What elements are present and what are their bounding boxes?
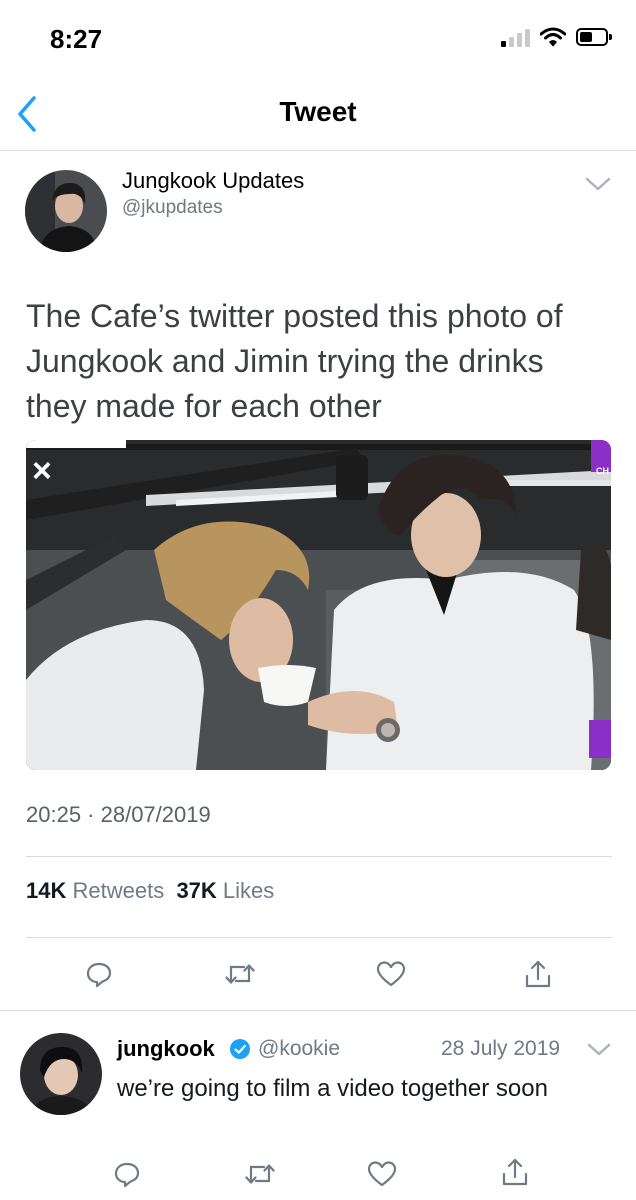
retweet-button[interactable] — [220, 954, 260, 994]
divider — [0, 1010, 636, 1011]
like-button[interactable] — [371, 954, 411, 994]
status-icons — [501, 27, 612, 47]
reply-button[interactable] — [79, 954, 119, 994]
wifi-icon — [540, 27, 566, 47]
nav-bar: Tweet — [0, 80, 636, 151]
share-icon — [525, 960, 551, 988]
reply-author-handle[interactable]: @kookie — [258, 1037, 340, 1061]
tweet-photo — [26, 440, 611, 770]
author-name[interactable]: Jungkook Updates — [122, 168, 304, 194]
verified-icon — [230, 1039, 250, 1059]
media-corner-tag: CH — [596, 466, 609, 476]
likes-stat[interactable]: 37K Likes — [176, 878, 274, 903]
reply-date: 28 July 2019 — [441, 1037, 561, 1060]
reply-author-avatar[interactable] — [20, 1033, 102, 1115]
share-button[interactable] — [518, 954, 558, 994]
share-icon — [502, 1158, 528, 1186]
like-icon — [376, 961, 406, 987]
retweets-label: Retweets — [72, 878, 165, 903]
tweet-text: The Cafe’s twitter posted this photo of … — [26, 298, 563, 424]
like-icon — [367, 1161, 397, 1187]
retweets-count: 14K — [26, 878, 67, 903]
reply-retweet-button[interactable] — [240, 1154, 280, 1194]
status-time: 8:27 — [50, 24, 103, 54]
reply-share-button[interactable] — [495, 1152, 535, 1192]
reply-like-button[interactable] — [362, 1154, 402, 1194]
tweet-stats: 14K Retweets 37K Likes — [26, 878, 274, 904]
retweet-icon — [245, 1164, 275, 1184]
status-bar: 8:27 — [0, 0, 636, 80]
tweet-media[interactable]: × CH 자기 다음 음료 — [26, 440, 611, 770]
battery-icon — [576, 28, 612, 46]
likes-label: Likes — [222, 878, 275, 903]
reply-icon — [86, 962, 112, 988]
reply-reply-button[interactable] — [107, 1154, 147, 1194]
chevron-down-icon[interactable] — [586, 1041, 612, 1059]
author-handle[interactable]: @jkupdates — [122, 197, 223, 219]
retweet-icon — [225, 964, 255, 984]
reply-icon — [114, 1162, 140, 1188]
author-avatar[interactable] — [25, 170, 107, 252]
likes-count: 37K — [176, 878, 217, 903]
retweets-stat[interactable]: 14K Retweets — [26, 878, 164, 903]
signal-icon — [501, 27, 530, 47]
close-icon[interactable]: × — [32, 454, 52, 488]
reply-text: we’re going to film a video together soo… — [117, 1075, 548, 1102]
tweet-timestamp: 20:25 · 28/07/2019 — [26, 802, 211, 827]
reply-author-name[interactable]: jungkook — [117, 1036, 215, 1062]
chevron-down-icon[interactable] — [584, 175, 612, 193]
media-top-caption: 자기 다음 음료 — [28, 440, 101, 447]
divider — [26, 856, 612, 857]
divider — [26, 937, 612, 938]
page-title: Tweet — [279, 96, 357, 127]
